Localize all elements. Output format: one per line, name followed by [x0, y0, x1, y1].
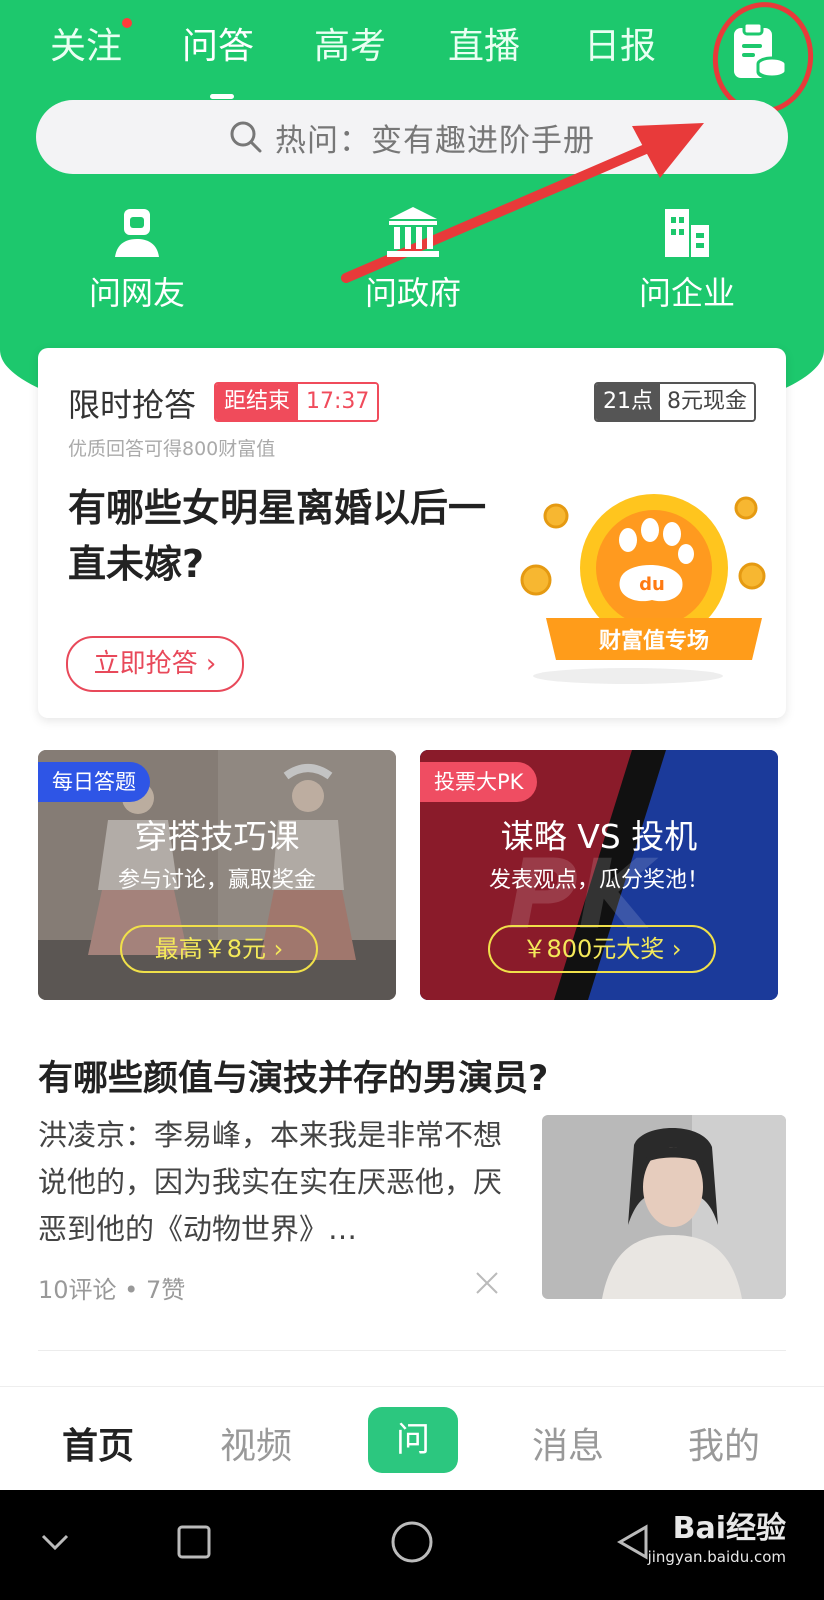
- article-meta: 10评论 • 7赞: [38, 1276, 186, 1304]
- close-icon[interactable]: [474, 1270, 500, 1296]
- app-screen: 关注 问答 高考 直播 日报 热问：变有趣进阶手册 问网友 问政府 问企业 限时…: [0, 0, 824, 1600]
- promo-subtitle-vote: 发表观点，瓜分奖池！: [488, 868, 709, 893]
- tab-gaokao-label: 高考: [314, 26, 387, 67]
- wealth-value-badge: du 财富值专场: [520, 494, 766, 684]
- rush-title: 限时抢答: [68, 386, 197, 424]
- promo-title-vote: 谋略 VS 投机: [500, 817, 698, 856]
- watermark: Bai经验 jingyan.baidu.com: [648, 1512, 786, 1568]
- active-tab-indicator: [210, 94, 234, 99]
- ask-netizen[interactable]: 问网友: [52, 205, 222, 315]
- ask-enterprise-label: 问企业: [638, 274, 735, 312]
- notification-dot: [122, 18, 133, 28]
- search-bar[interactable]: 热问：变有趣进阶手册: [36, 100, 788, 174]
- bottom-nav: 首页 视频 问 消息 我的: [0, 1386, 824, 1491]
- watermark-main: Bai经验: [672, 1511, 786, 1546]
- tab-gaokao[interactable]: 高考: [314, 20, 386, 74]
- promo-title-daily: 穿搭技巧课: [134, 817, 300, 856]
- search-placeholder: 热问：变有趣进阶手册: [275, 122, 595, 159]
- tab-follow-label: 关注: [50, 26, 123, 67]
- article-excerpt[interactable]: 洪凌京：李易峰，本来我是非常不想说他的，因为我实在实在厌恶他，厌恶到他的《动物世…: [38, 1112, 504, 1253]
- reward-amount: 8元现金: [660, 384, 754, 420]
- tab-qa[interactable]: 问答: [182, 20, 254, 74]
- promo-button-daily-label: 最高￥8元: [154, 935, 267, 963]
- nav-messages[interactable]: 消息: [532, 1417, 604, 1469]
- tab-follow[interactable]: 关注: [50, 18, 133, 74]
- tab-daily[interactable]: 日报: [584, 20, 656, 74]
- chevron-down-icon[interactable]: [40, 1530, 70, 1554]
- tab-qa-label: 问答: [182, 26, 255, 67]
- watermark-url: jingyan.baidu.com: [647, 1548, 786, 1566]
- ask-enterprise[interactable]: 问企业: [602, 205, 772, 315]
- rush-answer-button-label: 立即抢答: [93, 649, 198, 679]
- promo-tag-daily: 每日答题: [38, 762, 150, 802]
- svg-text:du: du: [639, 574, 665, 595]
- promo-button-daily[interactable]: 最高￥8元 ›: [120, 925, 318, 973]
- ask-government[interactable]: 问政府: [328, 205, 498, 315]
- tab-live-label: 直播: [448, 26, 521, 67]
- reward-time: 21点: [596, 384, 660, 420]
- home-icon[interactable]: [390, 1520, 434, 1564]
- promo-subtitle-daily: 参与讨论，赢取奖金: [117, 868, 316, 893]
- countdown-time: 17:37: [298, 384, 378, 420]
- nav-video[interactable]: 视频: [220, 1417, 292, 1469]
- tab-live[interactable]: 直播: [448, 20, 520, 74]
- countdown-badge: 距结束 17:37: [214, 382, 380, 422]
- promo-card-daily[interactable]: 每日答题 穿搭技巧课 参与讨论，赢取奖金 最高￥8元 ›: [38, 750, 396, 1000]
- recent-apps-icon[interactable]: [176, 1524, 212, 1560]
- rush-answer-card[interactable]: 限时抢答 距结束 17:37 21点 8元现金 优质回答可得800财富值 有哪些…: [38, 348, 786, 718]
- person-icon: [115, 209, 159, 257]
- office-building-icon: [665, 209, 709, 257]
- nav-ask-button[interactable]: 问: [368, 1407, 458, 1473]
- search-icon: [230, 121, 262, 153]
- ask-government-label: 问政府: [364, 274, 461, 312]
- top-tabs: 关注 问答 高考 直播 日报: [0, 18, 824, 100]
- countdown-label: 距结束: [216, 384, 299, 420]
- nav-mine[interactable]: 我的: [688, 1417, 760, 1469]
- tab-daily-label: 日报: [584, 26, 657, 67]
- promo-card-vote[interactable]: PK 投票大PK 谋略 VS 投机 发表观点，瓜分奖池！ ￥800元大奖 ›: [420, 750, 778, 1000]
- rush-answer-button[interactable]: 立即抢答 ›: [66, 636, 244, 692]
- divider: [38, 1350, 786, 1351]
- back-icon[interactable]: [616, 1524, 650, 1560]
- article-title[interactable]: 有哪些颜值与演技并存的男演员?: [38, 1050, 548, 1101]
- rush-question[interactable]: 有哪些女明星离婚以后一直未嫁?: [68, 480, 488, 592]
- rush-subtitle: 优质回答可得800财富值: [68, 438, 276, 460]
- promo-button-vote[interactable]: ￥800元大奖 ›: [488, 925, 716, 973]
- badge-ribbon-text: 财富值专场: [599, 628, 709, 654]
- promo-button-vote-label: ￥800元大奖: [522, 935, 665, 963]
- promo-tag-vote: 投票大PK: [420, 762, 538, 802]
- government-building-icon: [387, 207, 439, 257]
- system-nav-bar: Bai经验 jingyan.baidu.com: [0, 1490, 824, 1600]
- ask-netizen-label: 问网友: [88, 274, 185, 312]
- reward-badge: 21点 8元现金: [594, 382, 756, 422]
- nav-home[interactable]: 首页: [62, 1417, 134, 1469]
- article-thumbnail[interactable]: [542, 1115, 786, 1299]
